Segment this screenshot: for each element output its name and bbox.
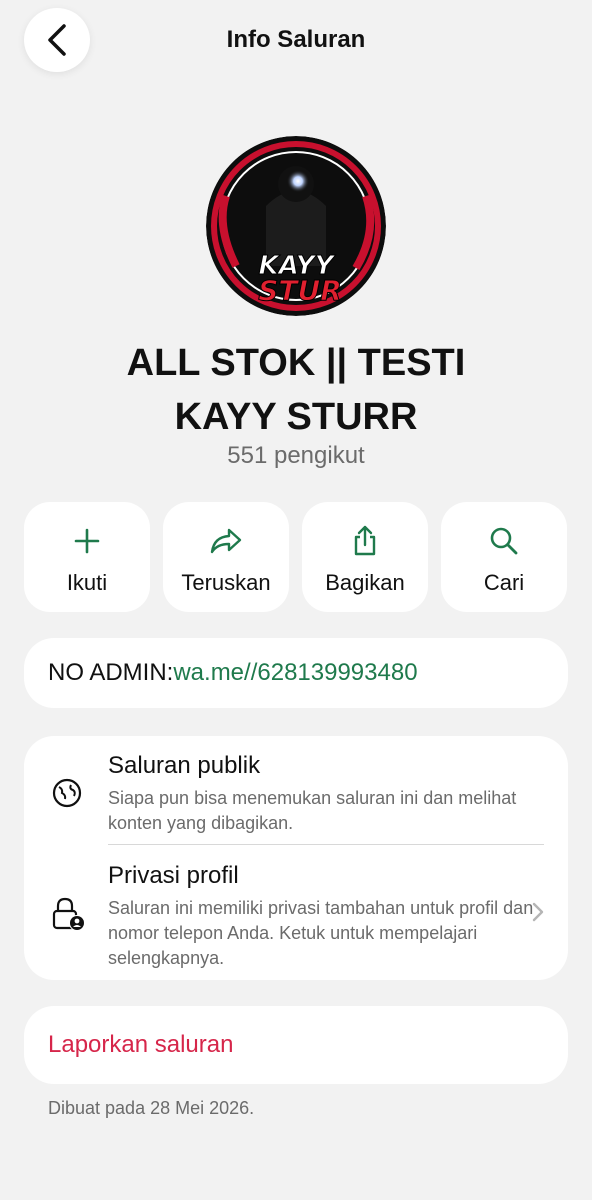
- profile-privacy-subtitle: Saluran ini memiliki privasi tambahan un…: [108, 898, 534, 968]
- channel-avatar[interactable]: KAYY STUR: [206, 136, 386, 316]
- channel-name-line2: KAYY STURR: [174, 396, 418, 438]
- admin-link[interactable]: wa.me//628139993480: [173, 659, 417, 686]
- plus-icon: [74, 528, 100, 554]
- search-icon: [490, 527, 518, 555]
- avatar-text-bottom: STUR: [258, 274, 342, 307]
- report-channel-button[interactable]: Laporkan saluran: [24, 1006, 568, 1084]
- privacy-card: Saluran publik Siapa pun bisa menemukan …: [24, 736, 568, 980]
- forward-button[interactable]: Teruskan: [163, 502, 289, 612]
- created-date: Dibuat pada 28 Mei 2026.: [48, 1098, 255, 1118]
- action-bar: Ikuti Teruskan Bagikan Cari: [24, 502, 568, 612]
- profile-privacy-title: Privasi profil: [108, 862, 239, 889]
- header: Info Saluran: [0, 0, 592, 84]
- public-channel-title: Saluran publik: [108, 752, 261, 779]
- divider: [108, 844, 544, 845]
- search-label: Cari: [483, 570, 525, 595]
- report-channel-label: Laporkan saluran: [48, 1031, 234, 1058]
- chevron-right-icon: [532, 902, 544, 922]
- follow-label: Ikuti: [66, 570, 108, 595]
- share-label: Bagikan: [325, 570, 405, 595]
- description-prefix: NO ADMIN:: [48, 659, 174, 686]
- page-title: Info Saluran: [226, 26, 366, 53]
- globe-icon: [52, 778, 82, 808]
- channel-description: NO ADMIN:wa.me//628139993480: [24, 638, 568, 708]
- forward-arrow-icon: [210, 528, 242, 554]
- lock-person-icon: [52, 897, 85, 931]
- search-button[interactable]: Cari: [441, 502, 567, 612]
- follow-button[interactable]: Ikuti: [24, 502, 150, 612]
- share-button[interactable]: Bagikan: [302, 502, 428, 612]
- avatar-image: KAYY STUR: [206, 136, 386, 316]
- share-icon: [354, 525, 376, 556]
- channel-name: ALL STOK || TESTI KAYY STURR: [40, 336, 552, 444]
- follower-count: 551 pengikut: [227, 442, 365, 469]
- channel-name-line1: ALL STOK || TESTI: [126, 342, 466, 384]
- public-channel-subtitle: Siapa pun bisa menemukan saluran ini dan…: [108, 788, 517, 833]
- forward-label: Teruskan: [181, 570, 271, 595]
